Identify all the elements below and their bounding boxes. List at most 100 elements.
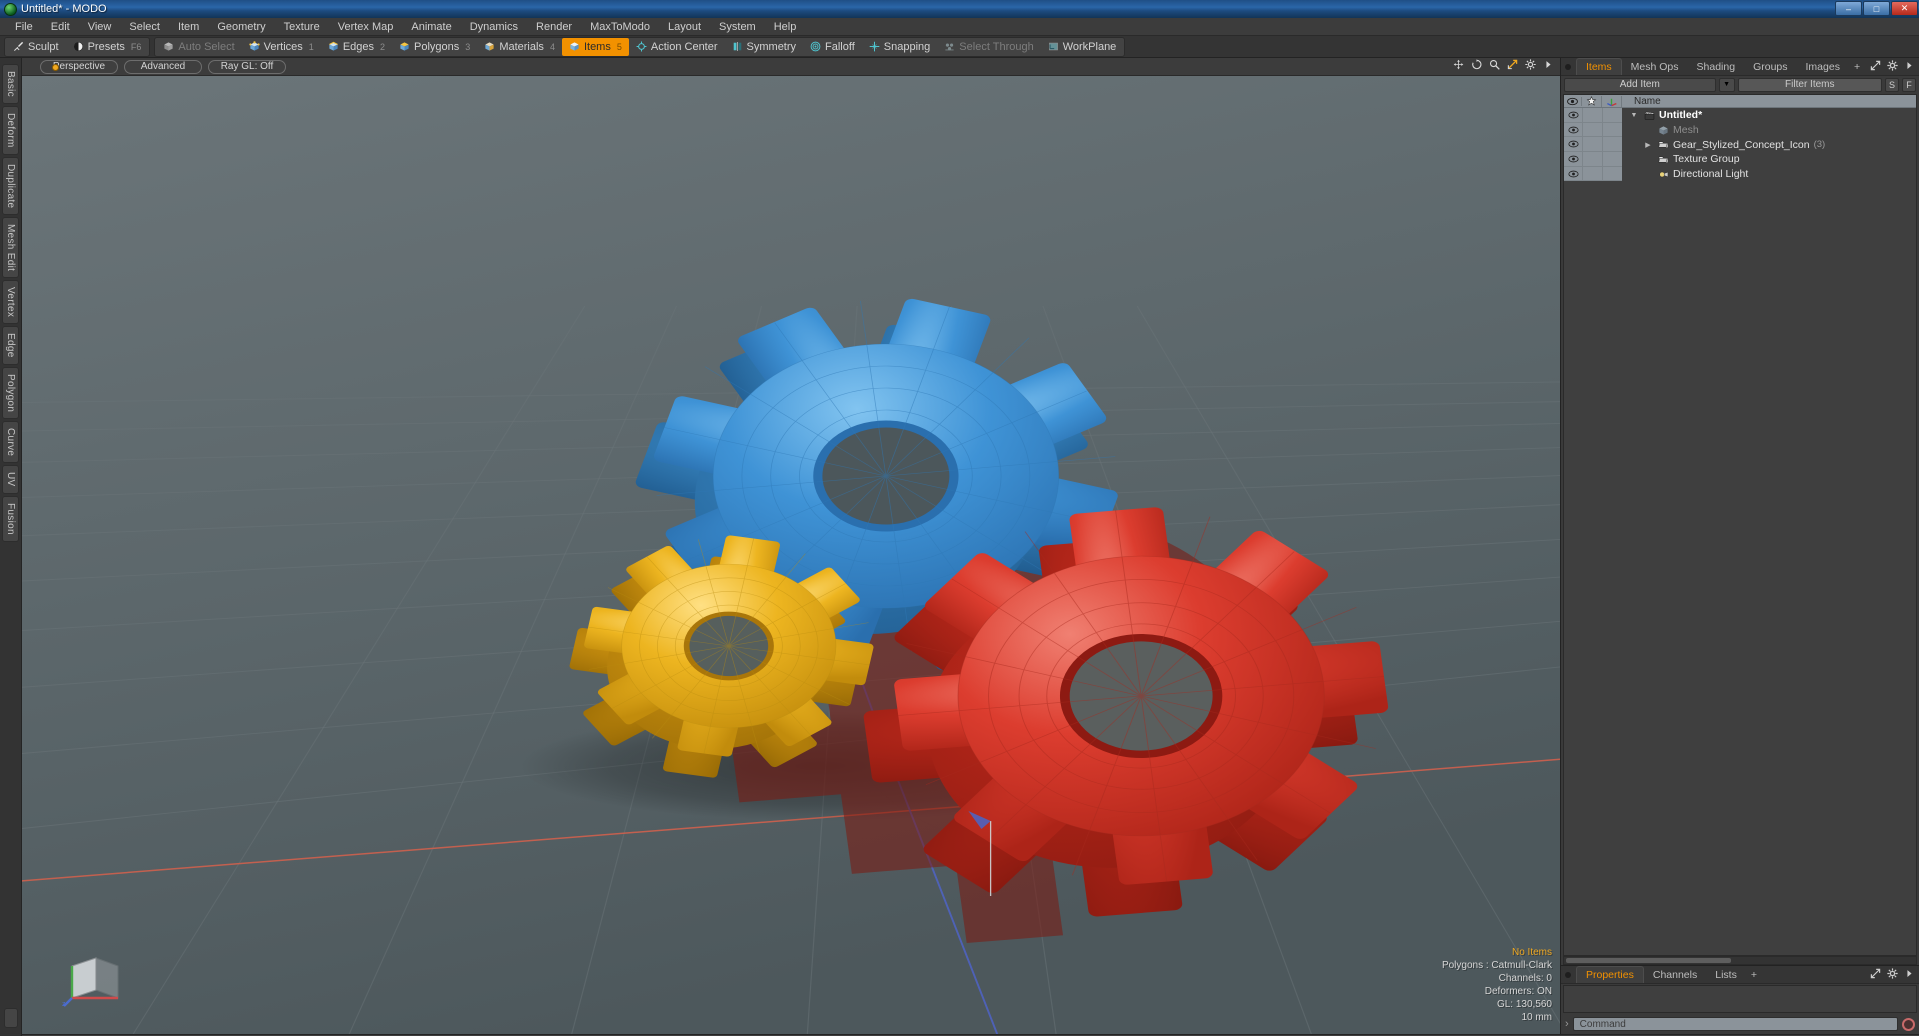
panel-more-icon[interactable]	[1904, 968, 1915, 979]
close-button[interactable]: ✕	[1891, 1, 1918, 16]
viewport-canvas[interactable]	[22, 76, 1560, 1034]
item-tree-hscroll-thumb[interactable]	[1566, 958, 1732, 963]
tab-shading[interactable]: Shading	[1688, 59, 1745, 75]
toolbar-button-sculpt[interactable]: Sculpt	[6, 38, 66, 56]
toolbar-button-polygons[interactable]: Polygons 3	[392, 38, 477, 56]
item-tree-hscrollbar[interactable]	[1563, 956, 1917, 965]
menu-item-animate[interactable]: Animate	[402, 20, 460, 34]
left-tab-polygon[interactable]: Polygon	[2, 366, 19, 420]
viewport-settings-icon[interactable]	[1525, 59, 1536, 70]
row-axis-toggle[interactable]	[1602, 166, 1622, 182]
zoom-view-icon[interactable]	[1489, 59, 1500, 70]
toolbar-button-materials[interactable]: Materials 4	[477, 38, 562, 56]
toolbar-button-items[interactable]: Items 5	[561, 37, 629, 56]
toolbar-button-edges[interactable]: Edges 2	[321, 38, 392, 56]
toolbar-button-snapping[interactable]: Snapping	[862, 38, 938, 56]
menu-item-view[interactable]: View	[79, 20, 121, 34]
tab-add[interactable]: +	[1849, 59, 1865, 75]
menu-item-item[interactable]: Item	[169, 20, 208, 34]
tab-lists[interactable]: Lists	[1706, 967, 1746, 983]
row-visibility-toggle[interactable]	[1564, 137, 1582, 153]
toolbar-button-falloff[interactable]: Falloff	[803, 38, 862, 56]
row-selectable-toggle[interactable]	[1582, 108, 1602, 123]
filter-f-button[interactable]: F	[1902, 77, 1916, 92]
toolbar-button-vertices[interactable]: Vertices 1	[242, 38, 321, 56]
item-tree-row[interactable]: Mesh	[1564, 122, 1916, 138]
item-tree-empty-space[interactable]	[1564, 181, 1916, 955]
viewport-shading-mode[interactable]: Advanced	[124, 59, 202, 74]
panel-settings-icon[interactable]	[1887, 968, 1898, 979]
toolbar-button-symmetry[interactable]: Symmetry	[725, 38, 804, 56]
row-selectable-toggle[interactable]	[1582, 122, 1602, 138]
expand-panel-icon[interactable]	[1870, 60, 1881, 71]
move-view-icon[interactable]	[1453, 59, 1464, 70]
toolbar-button-select-through[interactable]: Select Through	[937, 38, 1040, 56]
menu-item-layout[interactable]: Layout	[659, 20, 710, 34]
row-selectable-toggle[interactable]	[1582, 166, 1602, 182]
menu-item-vertex-map[interactable]: Vertex Map	[329, 20, 403, 34]
left-tab-fusion[interactable]: Fusion	[2, 495, 19, 542]
tab-properties[interactable]: Properties	[1576, 966, 1644, 983]
left-tabs-extra-button[interactable]	[3, 1008, 18, 1028]
properties-menu-dot[interactable]	[1565, 971, 1571, 978]
viewport-menu-dot[interactable]	[52, 64, 59, 71]
tab-items[interactable]: Items	[1576, 58, 1622, 75]
left-tab-basic[interactable]: Basic	[2, 64, 19, 104]
command-input[interactable]: Command	[1572, 1017, 1898, 1031]
menu-item-file[interactable]: File	[6, 20, 42, 34]
tab-channels[interactable]: Channels	[1644, 967, 1706, 983]
row-twisty-icon[interactable]: ▼	[1628, 112, 1640, 119]
row-axis-toggle[interactable]	[1602, 108, 1622, 123]
item-tree-row[interactable]: ▶ Gear_Stylized_Concept_Icon (3)	[1564, 137, 1916, 153]
left-tab-edge[interactable]: Edge	[2, 326, 19, 365]
row-axis-toggle[interactable]	[1602, 122, 1622, 138]
fit-view-icon[interactable]	[1507, 59, 1518, 70]
left-tab-duplicate[interactable]: Duplicate	[2, 156, 19, 215]
row-axis-toggle[interactable]	[1602, 137, 1622, 153]
left-tab-curve[interactable]: Curve	[2, 421, 19, 464]
menu-item-dynamics[interactable]: Dynamics	[461, 20, 527, 34]
left-tab-vertex[interactable]: Vertex	[2, 280, 19, 325]
tab-groups[interactable]: Groups	[1744, 59, 1796, 75]
add-item-button[interactable]: Add Item	[1564, 77, 1716, 92]
minimize-button[interactable]: –	[1835, 1, 1862, 16]
viewport-raygl-toggle[interactable]: Ray GL: Off	[208, 59, 286, 74]
filter-s-button[interactable]: S	[1885, 77, 1899, 92]
menu-item-geometry[interactable]: Geometry	[208, 20, 274, 34]
row-name-cell[interactable]: Directional Light	[1622, 168, 1916, 180]
expand-panel-icon[interactable]	[1870, 968, 1881, 979]
row-axis-toggle[interactable]	[1602, 152, 1622, 167]
record-icon[interactable]	[1902, 1017, 1915, 1031]
left-tab-uv[interactable]: UV	[2, 465, 19, 494]
toolbar-button-auto-select[interactable]: Auto Select	[156, 38, 241, 56]
properties-panel-body[interactable]	[1563, 985, 1917, 1013]
left-tab-mesh-edit[interactable]: Mesh Edit	[2, 216, 19, 279]
toolbar-button-workplane[interactable]: WorkPlane	[1041, 38, 1124, 56]
row-selectable-toggle[interactable]	[1582, 152, 1602, 167]
panel-settings-icon[interactable]	[1887, 60, 1898, 71]
viewport-more-icon[interactable]	[1543, 59, 1554, 70]
row-name-cell[interactable]: ▶ Gear_Stylized_Concept_Icon (3)	[1622, 139, 1916, 151]
menu-item-help[interactable]: Help	[765, 20, 806, 34]
panel-menu-dot[interactable]	[1565, 63, 1571, 70]
menu-item-edit[interactable]: Edit	[42, 20, 79, 34]
tab-images[interactable]: Images	[1797, 59, 1849, 75]
tab-mesh-ops[interactable]: Mesh Ops	[1622, 59, 1688, 75]
tab-add[interactable]: +	[1746, 967, 1762, 983]
panel-more-icon[interactable]	[1904, 60, 1915, 71]
row-selectable-toggle[interactable]	[1582, 137, 1602, 153]
maximize-button[interactable]: □	[1863, 1, 1890, 16]
row-twisty-icon[interactable]: ▶	[1642, 141, 1654, 149]
item-tree-row[interactable]: ▼ Untitled*	[1564, 108, 1916, 123]
row-visibility-toggle[interactable]	[1564, 166, 1582, 182]
item-tree-row[interactable]: Directional Light	[1564, 166, 1916, 182]
toolbar-button-presets[interactable]: Presets F6	[66, 38, 149, 56]
item-tree-row[interactable]: Texture Group	[1564, 152, 1916, 167]
menu-item-system[interactable]: System	[710, 20, 765, 34]
row-visibility-toggle[interactable]	[1564, 108, 1582, 123]
add-item-dropdown[interactable]: ▼	[1718, 77, 1735, 92]
menu-item-texture[interactable]: Texture	[275, 20, 329, 34]
row-visibility-toggle[interactable]	[1564, 122, 1582, 138]
left-tab-deform[interactable]: Deform	[2, 105, 19, 155]
menu-item-select[interactable]: Select	[120, 20, 169, 34]
